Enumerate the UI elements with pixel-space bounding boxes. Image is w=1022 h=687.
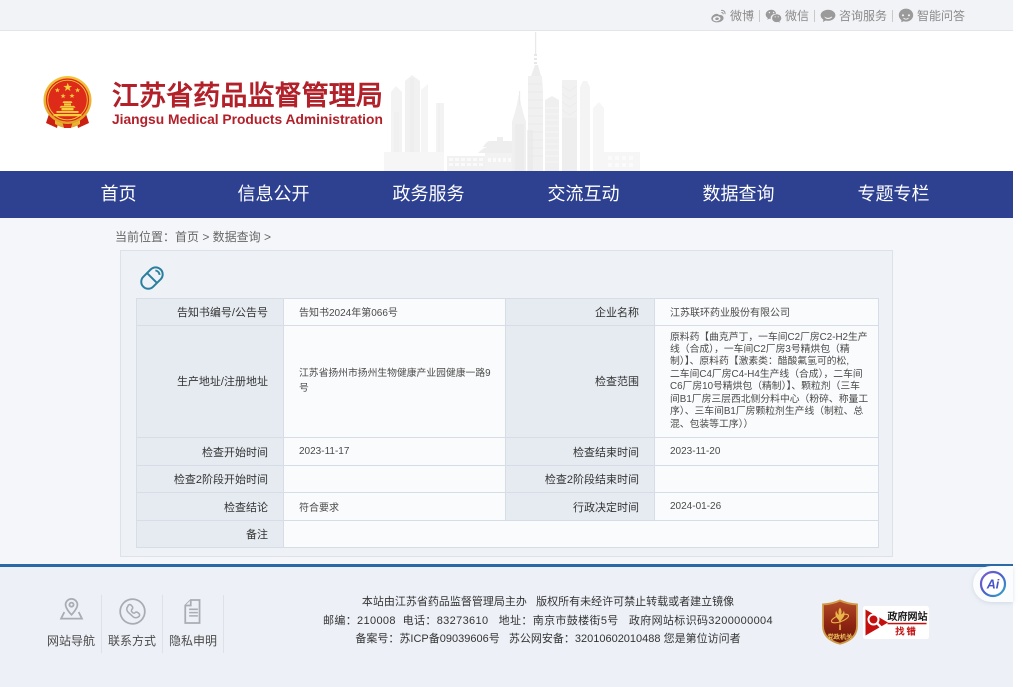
svg-text:党政机关: 党政机关: [828, 633, 854, 641]
svg-text:Ai: Ai: [986, 577, 1000, 591]
svg-text:政府网站: 政府网站: [888, 610, 928, 623]
svg-text:找错: 找错: [895, 625, 918, 636]
